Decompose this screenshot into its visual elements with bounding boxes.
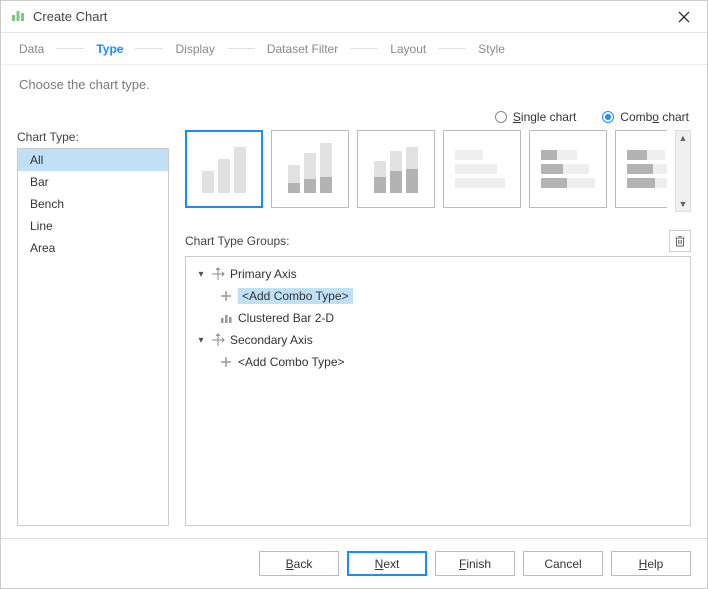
- step-dataset-filter[interactable]: Dataset Filter: [263, 40, 342, 58]
- main-area: Chart Type: All Bar Bench Line Area: [1, 130, 707, 538]
- chart-icon: [11, 8, 25, 25]
- radio-icon: [602, 111, 614, 123]
- groups-header: Chart Type Groups:: [185, 230, 691, 252]
- delete-button[interactable]: [669, 230, 691, 252]
- wizard-steps: Data Type Display Dataset Filter Layout …: [1, 33, 707, 65]
- chart-thumb-hbar-simple[interactable]: [443, 130, 521, 208]
- scroll-up-icon[interactable]: ▲: [679, 133, 688, 143]
- primary-axis-label: Primary Axis: [230, 267, 297, 281]
- step-data[interactable]: Data: [15, 40, 48, 58]
- step-separator: [350, 48, 378, 49]
- step-separator: [135, 48, 163, 49]
- chart-thumb-hbar-grouped[interactable]: [529, 130, 607, 208]
- chart-mode-radios: Single chart Combo chart: [1, 104, 707, 130]
- thumbnail-scrollbar[interactable]: ▲ ▼: [675, 130, 691, 212]
- close-icon[interactable]: [671, 4, 697, 30]
- bar-chart-icon: [218, 310, 234, 326]
- step-style[interactable]: Style: [474, 40, 509, 58]
- create-chart-dialog: Create Chart Data Type Display Dataset F…: [0, 0, 708, 589]
- chart-thumb-hbar-stacked[interactable]: [615, 130, 667, 208]
- single-chart-label: Single chart: [513, 110, 576, 124]
- chart-type-item-line[interactable]: Line: [18, 215, 168, 237]
- tree-node-secondary-axis[interactable]: ▾ Secondary Axis: [190, 329, 686, 351]
- step-separator: [438, 48, 466, 49]
- chevron-down-icon[interactable]: ▾: [196, 269, 206, 280]
- secondary-axis-label: Secondary Axis: [230, 333, 313, 347]
- titlebar: Create Chart: [1, 1, 707, 33]
- chart-type-label: Chart Type:: [17, 130, 169, 144]
- finish-button[interactable]: Finish: [435, 551, 515, 576]
- tree-node-add-combo-secondary[interactable]: <Add Combo Type>: [190, 351, 686, 373]
- chart-type-list[interactable]: All Bar Bench Line Area: [17, 148, 169, 526]
- add-combo-type-label: <Add Combo Type>: [238, 355, 345, 369]
- combo-chart-label: Combo chart: [620, 110, 689, 124]
- step-type[interactable]: Type: [92, 40, 127, 58]
- chart-thumb-clustered-bar[interactable]: [185, 130, 263, 208]
- chart-type-item-bench[interactable]: Bench: [18, 193, 168, 215]
- button-bar: Back Next Finish Cancel Help: [1, 538, 707, 588]
- chart-thumb-grouped-bar[interactable]: [271, 130, 349, 208]
- right-column: ▲ ▼ Chart Type Groups: ▾ Primary Axis: [185, 130, 691, 526]
- chart-type-column: Chart Type: All Bar Bench Line Area: [17, 130, 169, 526]
- plus-icon: [218, 288, 234, 304]
- step-display[interactable]: Display: [171, 40, 218, 58]
- tree-node-primary-axis[interactable]: ▾ Primary Axis: [190, 263, 686, 285]
- trash-icon: [674, 235, 686, 247]
- subtitle-text: Choose the chart type.: [1, 65, 707, 104]
- chart-type-item-all[interactable]: All: [18, 149, 168, 171]
- step-separator: [56, 48, 84, 49]
- plus-icon: [218, 354, 234, 370]
- radio-icon: [495, 111, 507, 123]
- back-button[interactable]: Back: [259, 551, 339, 576]
- combo-chart-option[interactable]: Combo chart: [602, 110, 689, 124]
- axis-icon: [210, 332, 226, 348]
- window-title: Create Chart: [33, 9, 671, 24]
- chart-type-groups-tree[interactable]: ▾ Primary Axis <Add Combo Type>: [185, 256, 691, 526]
- next-button[interactable]: Next: [347, 551, 427, 576]
- tree-node-clustered-bar[interactable]: Clustered Bar 2-D: [190, 307, 686, 329]
- chart-thumbnail-row: ▲ ▼: [185, 130, 691, 212]
- add-combo-type-label: <Add Combo Type>: [238, 288, 353, 304]
- chart-type-groups-label: Chart Type Groups:: [185, 234, 290, 248]
- scroll-down-icon[interactable]: ▼: [679, 199, 688, 209]
- single-chart-option[interactable]: Single chart: [495, 110, 576, 124]
- chart-thumbnail-scroll: [185, 130, 667, 212]
- tree-node-add-combo-primary[interactable]: <Add Combo Type>: [190, 285, 686, 307]
- cancel-button[interactable]: Cancel: [523, 551, 603, 576]
- chart-type-item-bar[interactable]: Bar: [18, 171, 168, 193]
- chevron-down-icon[interactable]: ▾: [196, 335, 206, 346]
- step-separator: [227, 48, 255, 49]
- clustered-bar-label: Clustered Bar 2-D: [238, 311, 334, 325]
- help-button[interactable]: Help: [611, 551, 691, 576]
- chart-thumb-stacked-bar[interactable]: [357, 130, 435, 208]
- step-layout[interactable]: Layout: [386, 40, 430, 58]
- axis-icon: [210, 266, 226, 282]
- chart-type-item-area[interactable]: Area: [18, 237, 168, 259]
